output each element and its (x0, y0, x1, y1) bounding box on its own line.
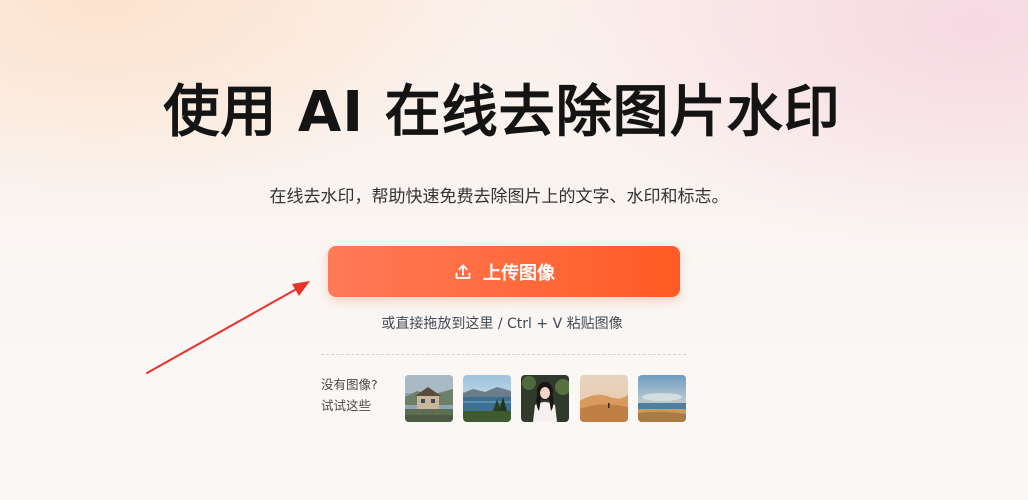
upload-button-label: 上传图像 (483, 262, 555, 284)
page-title: 使用 AI 在线去除图片水印 (163, 80, 841, 145)
sample-prompt-line1: 没有图像? (321, 377, 378, 392)
divider (321, 354, 686, 355)
hero-section: 使用 AI 在线去除图片水印 在线去水印，帮助快速免费去除图片上的文字、水印和标… (0, 0, 1028, 500)
sample-prompt-line2: 试试这些 (321, 398, 372, 413)
drag-drop-hint: 或直接拖放到这里 / Ctrl + V 粘贴图像 (381, 316, 623, 332)
page-subtitle: 在线去水印，帮助快速免费去除图片上的文字、水印和标志。 (269, 187, 729, 207)
lake-sample-thumbnail[interactable] (463, 375, 511, 422)
upload-image-button[interactable]: 上传图像 (328, 246, 680, 297)
portrait-sample-thumbnail[interactable] (521, 375, 569, 422)
sample-prompt: 没有图像? 试试这些 (321, 374, 401, 416)
beach-sunset-sample-thumbnail[interactable] (638, 375, 686, 422)
upload-icon (453, 262, 473, 282)
house-landscape-sample-thumbnail[interactable] (405, 375, 453, 422)
desert-sample-thumbnail[interactable] (580, 375, 628, 422)
